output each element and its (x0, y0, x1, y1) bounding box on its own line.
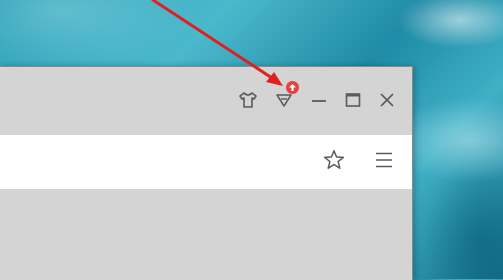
minimize-icon (311, 92, 327, 108)
maximize-icon (345, 92, 361, 108)
downloads-button[interactable] (271, 81, 299, 113)
address-bar[interactable] (0, 135, 412, 189)
close-icon (379, 92, 395, 108)
browser-titlebar[interactable] (0, 67, 412, 133)
hamburger-menu-icon (374, 150, 394, 175)
menu-button[interactable] (371, 149, 397, 175)
bookmark-button[interactable] (321, 149, 347, 175)
page-content-area (0, 189, 412, 280)
triangle-down-icon (275, 92, 293, 108)
minimize-button[interactable] (306, 87, 332, 113)
browser-window (0, 66, 413, 280)
star-icon (323, 149, 345, 176)
up-arrow-icon (288, 83, 297, 92)
address-url[interactable] (0, 135, 1, 136)
maximize-button[interactable] (340, 87, 366, 113)
close-button[interactable] (374, 87, 400, 113)
update-badge (286, 81, 299, 94)
tshirt-icon (238, 91, 258, 109)
skin-button[interactable] (235, 87, 261, 113)
